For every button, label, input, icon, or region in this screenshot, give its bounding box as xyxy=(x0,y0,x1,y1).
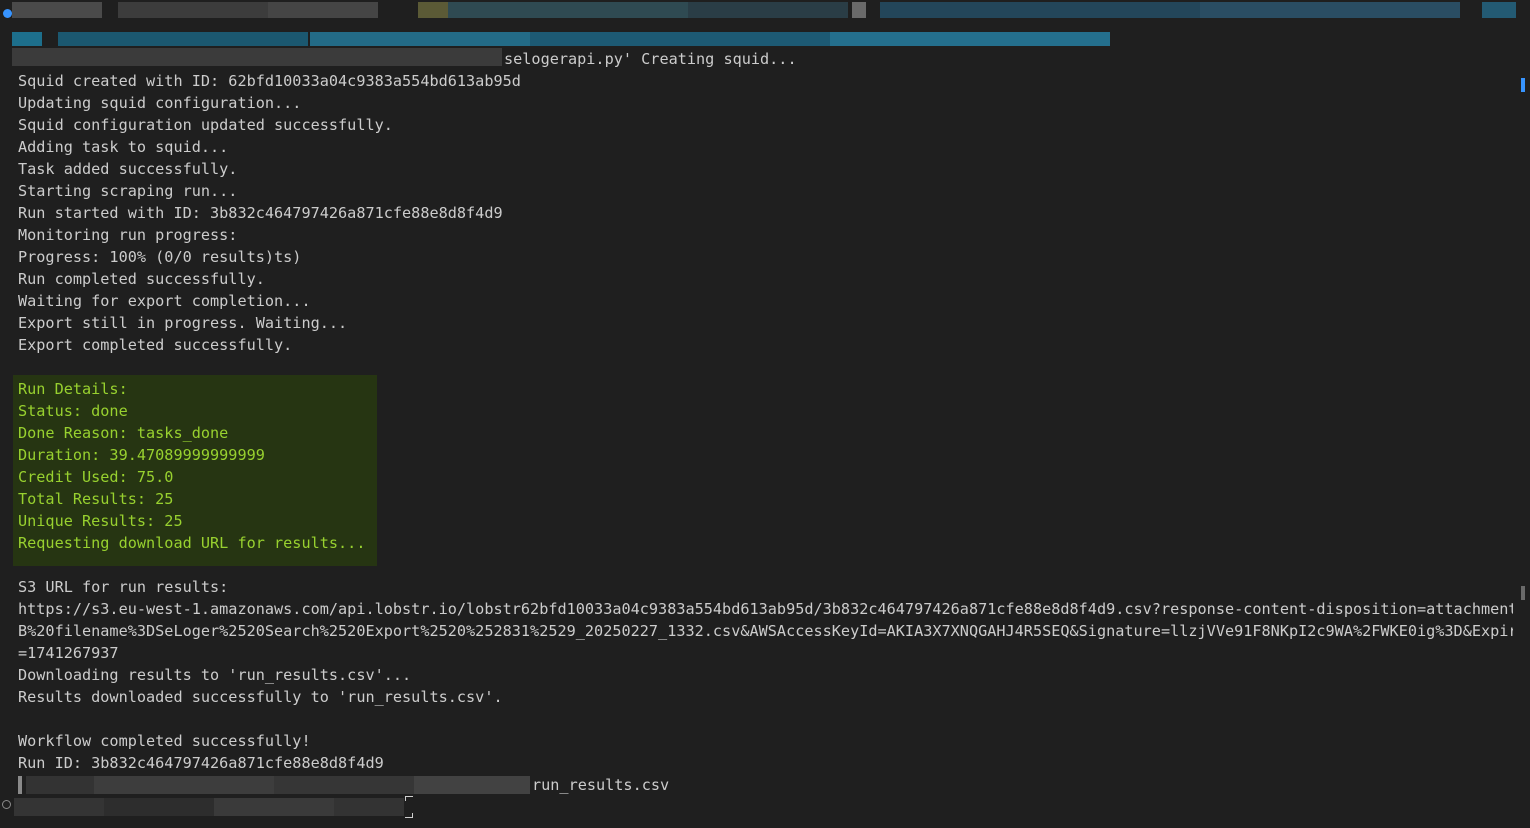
output-line: Progress: 100% (0/0 results)ts) xyxy=(18,248,302,266)
output-line: Run started with ID: 3b832c464797426a871… xyxy=(18,204,503,222)
redacted-prompt xyxy=(14,798,404,816)
run-status: Status: done xyxy=(18,402,128,420)
redacted-path xyxy=(18,776,530,794)
run-details-heading: Run Details: xyxy=(18,380,128,398)
s3-url-link[interactable]: B%20filename%3DSeLoger%2520Search%2520Ex… xyxy=(18,620,1513,642)
redacted-command-banner xyxy=(0,0,1520,66)
s3-url-heading: S3 URL for run results: xyxy=(18,578,229,596)
run-total-results: Total Results: 25 xyxy=(18,490,174,508)
output-line: Export still in progress. Waiting... xyxy=(18,314,348,332)
s3-url-link[interactable]: https://s3.eu-west-1.amazonaws.com/api.l… xyxy=(18,598,1513,620)
output-line: Squid configuration updated successfully… xyxy=(18,116,393,134)
scrollbar-marker xyxy=(1521,78,1525,92)
terminal-scrollbar[interactable] xyxy=(1516,0,1530,828)
output-line: Waiting for export completion... xyxy=(18,292,311,310)
output-line: Starting scraping run... xyxy=(18,182,238,200)
s3-url-link[interactable]: =1741267937 xyxy=(18,642,1513,664)
output-line: Squid created with ID: 62bfd10033a04c938… xyxy=(18,72,521,90)
output-line: Monitoring run progress: xyxy=(18,226,238,244)
run-unique-results: Unique Results: 25 xyxy=(18,512,183,530)
output-line: Export completed successfully. xyxy=(18,336,293,354)
terminal-panel[interactable]: selogerapi.py' Creating squid... Squid c… xyxy=(0,0,1530,828)
prompt-status-dot[interactable] xyxy=(2,800,11,809)
scrollbar-thumb[interactable] xyxy=(1521,586,1525,600)
output-line: Downloading results to 'run_results.csv'… xyxy=(18,666,412,684)
output-line: Updating squid configuration... xyxy=(18,94,302,112)
output-line: Adding task to squid... xyxy=(18,138,229,156)
command-status-dot[interactable] xyxy=(3,9,12,18)
run-done-reason: Done Reason: tasks_done xyxy=(18,424,229,442)
output-line: Run completed successfully. xyxy=(18,270,265,288)
run-id-line: Run ID: 3b832c464797426a871cfe88e8d8f4d9 xyxy=(18,754,384,772)
workflow-complete-line: Workflow completed successfully! xyxy=(18,732,311,750)
run-requesting-url: Requesting download URL for results... xyxy=(18,534,366,552)
run-credit-used: Credit Used: 75.0 xyxy=(18,468,174,486)
run-duration: Duration: 39.47089999999999 xyxy=(18,446,265,464)
output-line: Results downloaded successfully to 'run_… xyxy=(18,688,503,706)
terminal-cursor xyxy=(405,796,413,818)
output-line: selogerapi.py' Creating squid... xyxy=(504,50,797,68)
output-line: Task added successfully. xyxy=(18,160,238,178)
terminal-output: selogerapi.py' Creating squid... Squid c… xyxy=(18,48,1513,796)
